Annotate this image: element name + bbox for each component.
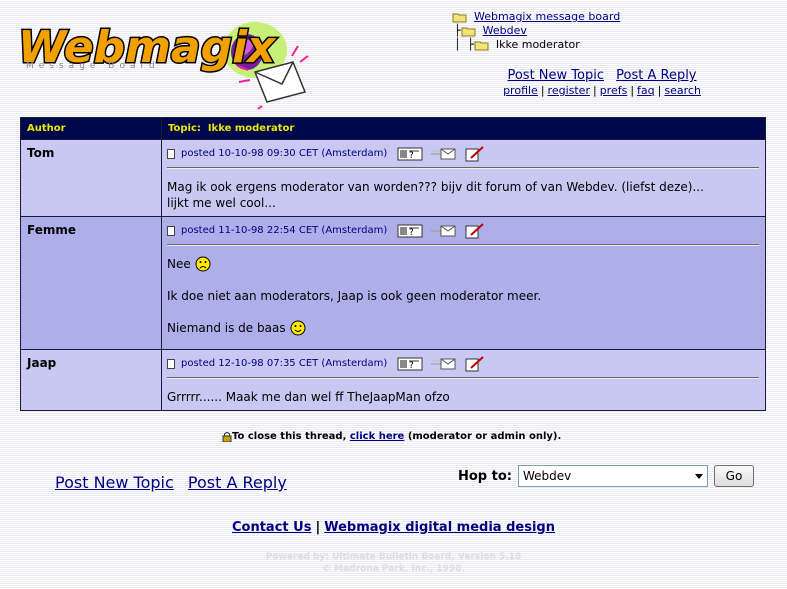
go-button[interactable]: Go <box>714 465 754 487</box>
edit-icon[interactable] <box>465 146 485 162</box>
svg-text:?: ? <box>409 228 414 238</box>
post-message: posted 10-10-98 09:30 CET (Amsterdam) ? … <box>161 139 766 217</box>
company-link[interactable]: Webmagix digital media design <box>324 520 555 535</box>
post-reply-link-bottom[interactable]: Post A Reply <box>188 473 287 492</box>
document-icon <box>167 149 175 159</box>
profile-icon[interactable]: ? <box>397 224 423 238</box>
breadcrumb-current: Ikke moderator <box>495 38 580 51</box>
thread-table: Author Topic: Ikke moderator Tom posted … <box>20 117 766 411</box>
post-author: Jaap <box>20 349 162 411</box>
post-timestamp: posted 11-10-98 22:54 CET (Amsterdam) <box>181 225 388 236</box>
post-row: Tom posted 10-10-98 09:30 CET (Amsterdam… <box>20 139 766 217</box>
email-icon[interactable] <box>431 224 457 238</box>
tree-connector: │ ├ <box>454 38 474 51</box>
close-note-suffix: (moderator or admin only). <box>407 431 562 442</box>
breadcrumb-link-board[interactable]: Webmagix message board <box>474 10 620 24</box>
faq-link[interactable]: faq <box>637 84 655 97</box>
message-line: Nee <box>167 256 759 272</box>
folder-icon <box>474 41 489 50</box>
prefs-link[interactable]: prefs <box>600 84 628 97</box>
post-message: posted 12-10-98 07:35 CET (Amsterdam) ? … <box>161 349 766 411</box>
post-author: Femme <box>20 216 162 350</box>
table-header: Author Topic: Ikke moderator <box>20 117 766 140</box>
post-row: Jaap posted 12-10-98 07:35 CET (Amsterda… <box>20 349 766 411</box>
email-icon[interactable] <box>431 147 457 161</box>
separator: | <box>657 84 662 97</box>
post-meta: posted 12-10-98 07:35 CET (Amsterdam) ? <box>167 355 759 373</box>
breadcrumb: Webmagix message board ├ Webdev │ ├ Ikke… <box>452 10 620 52</box>
post-meta: posted 11-10-98 22:54 CET (Amsterdam) ? <box>167 222 759 240</box>
post-meta: posted 10-10-98 09:30 CET (Amsterdam) ? <box>167 145 759 163</box>
post-timestamp: posted 10-10-98 09:30 CET (Amsterdam) <box>181 148 388 159</box>
author-column-header: Author <box>20 117 162 140</box>
post-timestamp: posted 12-10-98 07:35 CET (Amsterdam) <box>181 358 388 369</box>
smile-icon <box>290 320 306 336</box>
dropdown-arrow-icon <box>695 473 703 479</box>
hop-to-label: Hop to: <box>458 468 512 484</box>
footer-links: Contact Us | Webmagix digital media design <box>0 520 787 535</box>
post-row: Femme posted 11-10-98 22:54 CET (Amsterd… <box>20 216 766 350</box>
svg-text:?: ? <box>409 151 414 161</box>
post-message: posted 11-10-98 22:54 CET (Amsterdam) ? … <box>161 216 766 350</box>
powered-by-line: Powered by: Ultimate Bulletin Board, Ver… <box>265 552 522 562</box>
post-author: Tom <box>20 139 162 217</box>
post-new-topic-link[interactable]: Post New Topic <box>507 68 604 83</box>
contact-us-link[interactable]: Contact Us <box>232 520 311 535</box>
topic-column-header: Topic: Ikke moderator <box>161 117 766 140</box>
message-text: Grrrrr...... Maak me dan wel ff TheJaapM… <box>167 390 450 404</box>
folder-icon <box>461 27 476 36</box>
profile-icon[interactable]: ? <box>397 357 423 371</box>
message-text: Mag ik ook ergens moderator van worden??… <box>167 180 704 194</box>
bottom-links: Post New Topic Post A Reply <box>55 473 296 492</box>
message-text: lijkt me wel cool... <box>167 196 276 210</box>
post-new-topic-link-bottom[interactable]: Post New Topic <box>55 473 174 492</box>
message-text: Nee <box>167 257 191 271</box>
separator: | <box>540 84 545 97</box>
profile-icon[interactable]: ? <box>397 147 423 161</box>
separator: | <box>315 520 321 535</box>
lock-icon <box>222 432 232 442</box>
forum-select[interactable]: Webdev <box>518 465 708 487</box>
hop-to-form: Hop to: Webdev Go <box>458 465 754 487</box>
edit-icon[interactable] <box>465 356 485 372</box>
message-line: Niemand is de baas <box>167 320 759 336</box>
post-reply-link[interactable]: Post A Reply <box>616 68 696 83</box>
divider <box>167 377 759 379</box>
frown-icon <box>195 256 211 272</box>
breadcrumb-level-1: Webmagix message board <box>452 10 620 24</box>
separator: | <box>592 84 597 97</box>
close-thread-note: To close this thread, click here (modera… <box>222 431 561 442</box>
logo-graphic: Webmagix Message Board <box>17 21 309 110</box>
separator: | <box>630 84 635 97</box>
close-thread-link[interactable]: click here <box>350 431 404 442</box>
profile-link[interactable]: profile <box>503 84 538 97</box>
search-link[interactable]: search <box>664 84 701 97</box>
document-icon <box>167 226 175 236</box>
breadcrumb-level-3: │ ├ Ikke moderator <box>452 38 620 52</box>
email-icon[interactable] <box>431 357 457 371</box>
divider <box>167 167 759 169</box>
tree-connector: ├ <box>454 24 461 37</box>
powered-by: Powered by: Ultimate Bulletin Board, Ver… <box>0 551 787 575</box>
message-text: Ik doe niet aan moderators, Jaap is ook … <box>167 289 542 303</box>
edit-icon[interactable] <box>465 223 485 239</box>
breadcrumb-link-webdev[interactable]: Webdev <box>483 24 527 38</box>
close-note-prefix: To close this thread, <box>232 431 347 442</box>
document-icon <box>167 359 175 369</box>
breadcrumb-level-2: ├ Webdev <box>452 24 620 38</box>
divider <box>167 244 759 246</box>
message-text: Niemand is de baas <box>167 321 286 335</box>
forum-select-value: Webdev <box>523 469 572 483</box>
top-links: Post New Topic Post A Reply profile | regi… <box>472 68 732 97</box>
register-link[interactable]: register <box>548 84 590 97</box>
svg-text:?: ? <box>409 361 414 371</box>
logo-tagline: Message Board <box>26 61 160 71</box>
folder-icon <box>452 13 467 22</box>
copyright-line: © Madrona Park, Inc., 1998. <box>322 564 465 574</box>
site-logo: Webmagix Message Board <box>10 10 310 110</box>
